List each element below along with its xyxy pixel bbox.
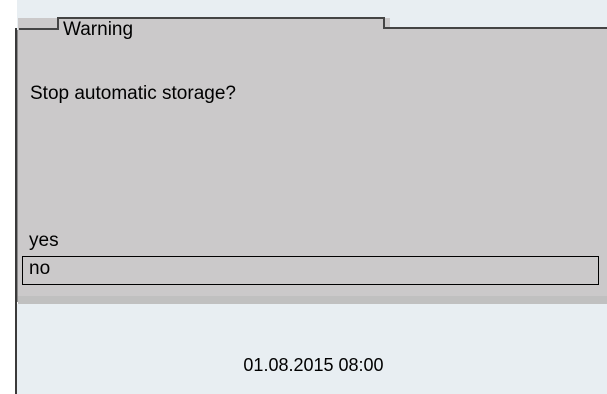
option-yes[interactable]: yes — [29, 229, 59, 253]
tab-border — [57, 18, 59, 30]
status-bar — [17, 304, 607, 394]
tab-border — [19, 28, 59, 30]
tab-border — [385, 27, 607, 29]
dialog-title: Warning — [63, 19, 134, 40]
frame-left-highlight — [17, 30, 18, 302]
dialog-message: Stop automatic storage? — [30, 83, 236, 104]
panel-bottom-edge — [18, 296, 607, 304]
option-no-selected[interactable]: no — [22, 256, 599, 285]
device-screen: Warning Stop automatic storage? yes no 0… — [0, 0, 607, 394]
status-datetime: 01.08.2015 08:00 — [243, 355, 384, 375]
